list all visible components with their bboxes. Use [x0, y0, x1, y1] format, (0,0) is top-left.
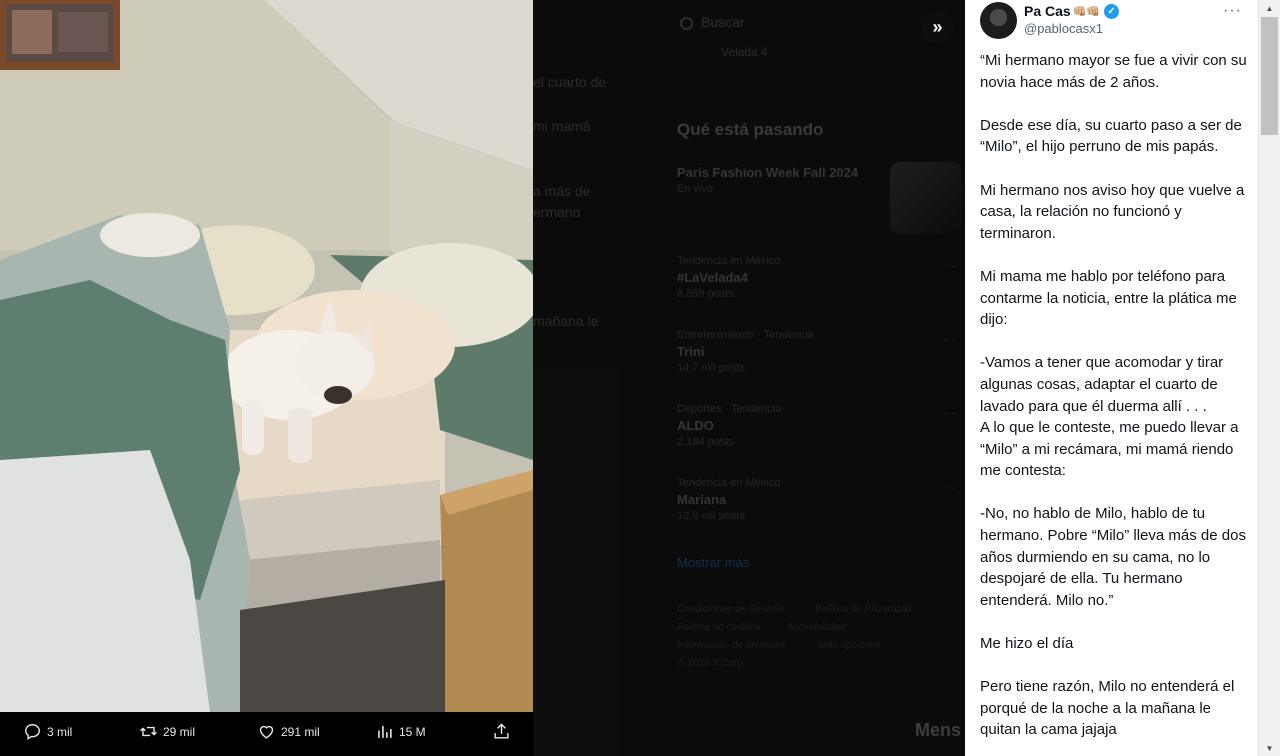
reply-button[interactable]: 3 mil — [23, 722, 72, 741]
tweet-paragraph: -Vamos a tener que acomodar y tirar algu… — [980, 354, 1239, 480]
scrollbar-thumb[interactable] — [1261, 17, 1278, 135]
trend-count: 8.859 posts — [677, 288, 734, 300]
scrollbar[interactable]: ▲ ▼ — [1258, 0, 1280, 756]
repost-button[interactable]: 29 mil — [139, 722, 195, 741]
more-icon: ··· — [943, 332, 955, 346]
reply-count: 3 mil — [47, 724, 73, 739]
trend-count: En vivo — [677, 183, 714, 195]
footer-link: Política de Privacidad — [815, 604, 912, 615]
tweet-paragraph: “Mi hermano mayor se fue a vivir con su … — [980, 52, 1247, 91]
tweet-action-bar: 3 mil 29 mil 291 mil 15 M — [0, 712, 533, 756]
share-button[interactable] — [492, 722, 511, 741]
footer-link: Política de cookies — [677, 622, 761, 633]
reply-icon — [25, 724, 40, 740]
tweet-paragraph: -No, no hablo de Milo, hablo de tu herma… — [980, 505, 1246, 609]
display-name[interactable]: Pa Cas 👊🏼👊🏼 ✓ — [1024, 3, 1120, 19]
footer-link: Información de anuncios — [677, 640, 786, 651]
search-input: Buscar — [701, 14, 745, 30]
author-handle[interactable]: @pablocasx1 — [1024, 21, 1119, 36]
chevrons-right-icon[interactable]: » — [921, 11, 954, 44]
trend-item: Tendencia en México #LaVelada4 8.859 pos… — [677, 255, 780, 300]
bg-fragment: Velada 4 — [721, 45, 768, 59]
bg-fragment: mi mamá — [533, 118, 591, 134]
trend-count: 14,7 mil posts — [677, 362, 745, 374]
footer-copyright: © 2024 X Corp. — [677, 658, 747, 669]
messages-drawer-label: Mens — [915, 720, 962, 740]
trend-name: Paris Fashion Week Fall 2024 — [677, 165, 859, 180]
repost-count: 29 mil — [163, 724, 196, 739]
trend-name: ALDO — [677, 418, 714, 433]
trend-item: Deportes · Tendencia ALDO 2.184 posts — [677, 403, 781, 448]
trend-category: Deportes · Tendencia — [677, 403, 782, 415]
show-more-link: Mostrar más — [677, 555, 750, 570]
share-icon — [494, 723, 509, 739]
trend-thumbnail — [890, 162, 962, 234]
trend-name: Mariana — [677, 492, 727, 507]
bg-panel — [533, 366, 619, 756]
views-button[interactable]: 15 M — [375, 722, 426, 741]
tweet-paragraph: Me hizo el día — [980, 635, 1074, 653]
footer-link: Accesibilidad — [787, 622, 846, 633]
more-icon: ··· — [943, 480, 955, 494]
like-icon — [259, 725, 274, 739]
trend-category: Entretenimiento · Tendencia — [677, 329, 814, 341]
trend-name: Trini — [677, 344, 705, 359]
bg-fragment: el cuarto de — [533, 74, 607, 90]
tweet-paragraph: Mi mama me hablo por teléfono para conta… — [980, 267, 1237, 329]
trend-count: 12,8 mil posts — [677, 510, 745, 522]
search-icon — [680, 17, 693, 30]
verified-icon: ✓ — [1104, 3, 1120, 19]
views-icon — [378, 725, 392, 738]
hand-emoji-icon: 👊🏼👊🏼 — [1072, 5, 1101, 18]
tweet-paragraph: Pero tiene razón, Milo no entenderá el p… — [980, 678, 1235, 739]
tweet-paragraph: Desde ese día, su cuarto paso a ser de “… — [980, 116, 1242, 156]
trend-category: Tendencia en México — [677, 477, 781, 489]
bg-fragment: ermano — [533, 204, 581, 220]
repost-icon — [140, 726, 157, 737]
views-count: 15 M — [399, 724, 426, 739]
tweet-text: “Mi hermano mayor se fue a vivir con su … — [980, 50, 1252, 741]
scroll-down-arrow-icon[interactable]: ▼ — [1259, 740, 1280, 756]
more-icon[interactable]: ··· — [1223, 2, 1242, 20]
bg-fragment: a más de — [533, 183, 591, 199]
photo-dog-on-bed — [0, 0, 533, 712]
like-button[interactable]: 291 mil — [257, 722, 320, 741]
trend-item: Tendencia en México Mariana 12,8 mil pos… — [677, 477, 780, 522]
trend-name: #LaVelada4 — [677, 270, 748, 285]
scroll-up-arrow-icon[interactable]: ▲ — [1259, 0, 1280, 16]
avatar[interactable] — [980, 2, 1017, 39]
footer-link: Más opciones — [819, 640, 881, 651]
bg-fragment: mañana le — [533, 313, 599, 329]
tweet-photo[interactable] — [0, 0, 533, 712]
trends-title: Qué está pasando — [677, 120, 824, 139]
trend-category: Tendencia en México — [677, 255, 781, 267]
trend-item: Paris Fashion Week Fall 2024 En vivo — [677, 165, 858, 195]
more-icon: ··· — [943, 258, 955, 272]
tweet-paragraph: Mi hermano nos aviso hoy que vuelve a ca… — [980, 181, 1245, 242]
author-names: Pa Cas 👊🏼👊🏼 ✓ @pablocasx1 — [1024, 3, 1120, 36]
more-icon: ··· — [943, 406, 955, 420]
tweet-detail-panel: Pa Cas 👊🏼👊🏼 ✓ @pablocasx1 ··· “Mi herman… — [965, 0, 1258, 756]
display-name-text: Pa Cas — [1024, 3, 1071, 19]
trend-item: Entretenimiento · Tendencia Trini 14,7 m… — [677, 329, 814, 374]
dimmed-background-page: Buscar Velada 4 el cuarto de mi mamá a m… — [533, 0, 965, 756]
media-viewer: Buscar Velada 4 el cuarto de mi mamá a m… — [0, 0, 1280, 756]
tweet-author: Pa Cas 👊🏼👊🏼 ✓ @pablocasx1 — [980, 2, 1120, 40]
footer-link: Condiciones de Servicio — [677, 604, 785, 615]
trend-count: 2.184 posts — [677, 436, 734, 448]
like-count: 291 mil — [281, 724, 320, 739]
